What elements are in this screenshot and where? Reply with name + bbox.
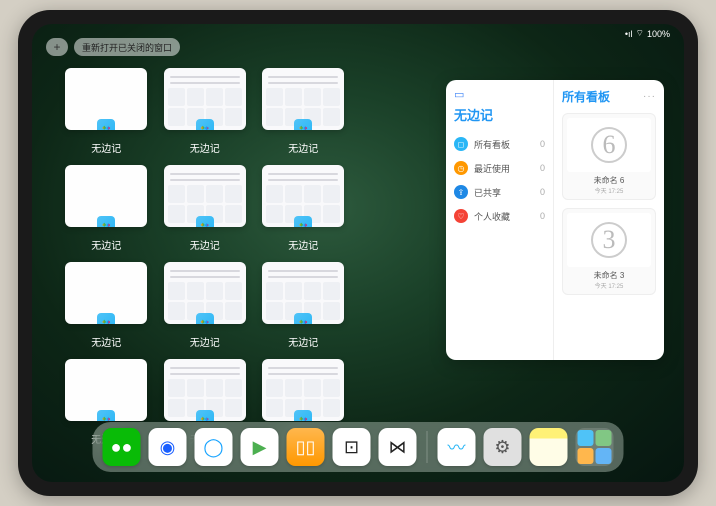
app-windows-grid: 无边记无边记无边记无边记无边记无边记无边记无边记无边记无边记无边记无边记 xyxy=(64,68,444,446)
notes-icon[interactable] xyxy=(530,428,568,466)
sidebar-item-count: 0 xyxy=(540,211,545,221)
sidebar-item[interactable]: ⇪ 已共享 0 xyxy=(454,180,545,204)
board-label: 未命名 3 xyxy=(567,270,651,281)
freeform-app-icon xyxy=(294,119,312,130)
sidebar-item-count: 0 xyxy=(540,163,545,173)
panel-content: 所有看板 ··· 6未命名 6今天 17:253未命名 3今天 17:25 xyxy=(554,80,664,360)
sidebar-item-label: 最近使用 xyxy=(474,162,510,175)
freeform-app-icon xyxy=(294,313,312,324)
app-window[interactable]: 无边记 xyxy=(163,165,248,252)
sidebar-item-count: 0 xyxy=(540,187,545,197)
freeform-app-icon xyxy=(294,216,312,227)
board-card[interactable]: 3 未命名 3今天 17:25 xyxy=(562,208,656,295)
app-library-icon[interactable] xyxy=(576,428,614,466)
sidebar-item-label: 个人收藏 xyxy=(474,210,510,223)
freeform-app-icon xyxy=(196,216,214,227)
board-timestamp: 今天 17:25 xyxy=(567,281,651,290)
more-icon[interactable]: ··· xyxy=(643,91,656,102)
sidebar-item-icon: ♡ xyxy=(454,209,468,223)
dice-icon[interactable]: ⊡ xyxy=(333,428,371,466)
app-window-label: 无边记 xyxy=(288,237,318,252)
sidebar-item-icon: ◷ xyxy=(454,161,468,175)
freeform-app-icon xyxy=(196,313,214,324)
app-window-label: 无边记 xyxy=(190,237,220,252)
connect-icon[interactable]: ⋈ xyxy=(379,428,417,466)
app-window[interactable]: 无边记 xyxy=(261,68,346,155)
panel-section-title: 所有看板 xyxy=(562,88,610,105)
app-window-label: 无边记 xyxy=(91,140,121,155)
app-window-label: 无边记 xyxy=(91,334,121,349)
board-scribble: 3 xyxy=(591,222,627,258)
books-icon[interactable]: ▯▯ xyxy=(287,428,325,466)
sidebar-item[interactable]: ♡ 个人收藏 0 xyxy=(454,204,545,228)
app-window[interactable]: 无边记 xyxy=(64,165,149,252)
panel-sidebar: ▭ 无边记 ◻ 所有看板 0 ◷ 最近使用 0 ⇪ 已共享 0 ♡ 个人收藏 0 xyxy=(446,80,554,360)
board-scribble: 6 xyxy=(591,127,627,163)
app-window-label: 无边记 xyxy=(190,140,220,155)
freeform-app-icon xyxy=(196,410,214,421)
sidebar-item-label: 所有看板 xyxy=(474,138,510,151)
play-icon[interactable]: ▶ xyxy=(241,428,279,466)
dock: ●●◉◯▶▯▯⊡⋈ 〰⚙ xyxy=(93,422,624,472)
reopen-closed-window-button[interactable]: 重新打开已关闭的窗口 xyxy=(74,38,180,56)
sidebar-item[interactable]: ◷ 最近使用 0 xyxy=(454,156,545,180)
freeform-panel: ▭ 无边记 ◻ 所有看板 0 ◷ 最近使用 0 ⇪ 已共享 0 ♡ 个人收藏 0 所有看板 ··· 6… xyxy=(446,80,664,360)
freeform-app-icon xyxy=(97,119,115,130)
sidebar-item-icon: ◻ xyxy=(454,137,468,151)
app-window[interactable]: 无边记 xyxy=(163,262,248,349)
freeform-app-icon xyxy=(196,119,214,130)
app-window-label: 无边记 xyxy=(288,334,318,349)
freeform-app-icon xyxy=(294,410,312,421)
app-window[interactable]: 无边记 xyxy=(163,68,248,155)
freeform-app-icon xyxy=(97,410,115,421)
app-window[interactable]: 无边记 xyxy=(64,262,149,349)
sidebar-toggle-icon[interactable]: ▭ xyxy=(454,88,464,101)
new-window-button[interactable]: + xyxy=(46,38,68,56)
browser-icon[interactable]: ◉ xyxy=(149,428,187,466)
dock-separator xyxy=(427,431,428,463)
sidebar-item-count: 0 xyxy=(540,139,545,149)
sidebar-item-label: 已共享 xyxy=(474,186,501,199)
battery-status: 100% xyxy=(647,29,670,39)
app-window[interactable]: 无边记 xyxy=(261,165,346,252)
app-window-label: 无边记 xyxy=(91,237,121,252)
board-label: 未命名 6 xyxy=(567,175,651,186)
panel-app-title: 无边记 xyxy=(454,105,545,124)
board-timestamp: 今天 17:25 xyxy=(567,186,651,195)
sidebar-item-icon: ⇪ xyxy=(454,185,468,199)
app-window-label: 无边记 xyxy=(288,140,318,155)
app-window[interactable]: 无边记 xyxy=(64,68,149,155)
wifi-icon: ⌔ xyxy=(636,28,644,39)
qq-browser-icon[interactable]: ◯ xyxy=(195,428,233,466)
app-window[interactable]: 无边记 xyxy=(261,262,346,349)
sidebar-item[interactable]: ◻ 所有看板 0 xyxy=(454,132,545,156)
freeform-icon[interactable]: 〰 xyxy=(438,428,476,466)
freeform-app-icon xyxy=(97,216,115,227)
status-bar: •ıl ⌔ 100% xyxy=(625,28,670,39)
settings-icon[interactable]: ⚙ xyxy=(484,428,522,466)
freeform-app-icon xyxy=(97,313,115,324)
ipad-device-frame: •ıl ⌔ 100% + 重新打开已关闭的窗口 无边记无边记无边记无边记无边记无… xyxy=(18,10,698,496)
app-window-label: 无边记 xyxy=(190,334,220,349)
signal-icon: •ıl xyxy=(625,29,633,39)
wechat-icon[interactable]: ●● xyxy=(103,428,141,466)
top-controls: + 重新打开已关闭的窗口 xyxy=(46,38,180,56)
screen: •ıl ⌔ 100% + 重新打开已关闭的窗口 无边记无边记无边记无边记无边记无… xyxy=(32,24,684,482)
board-card[interactable]: 6 未命名 6今天 17:25 xyxy=(562,113,656,200)
